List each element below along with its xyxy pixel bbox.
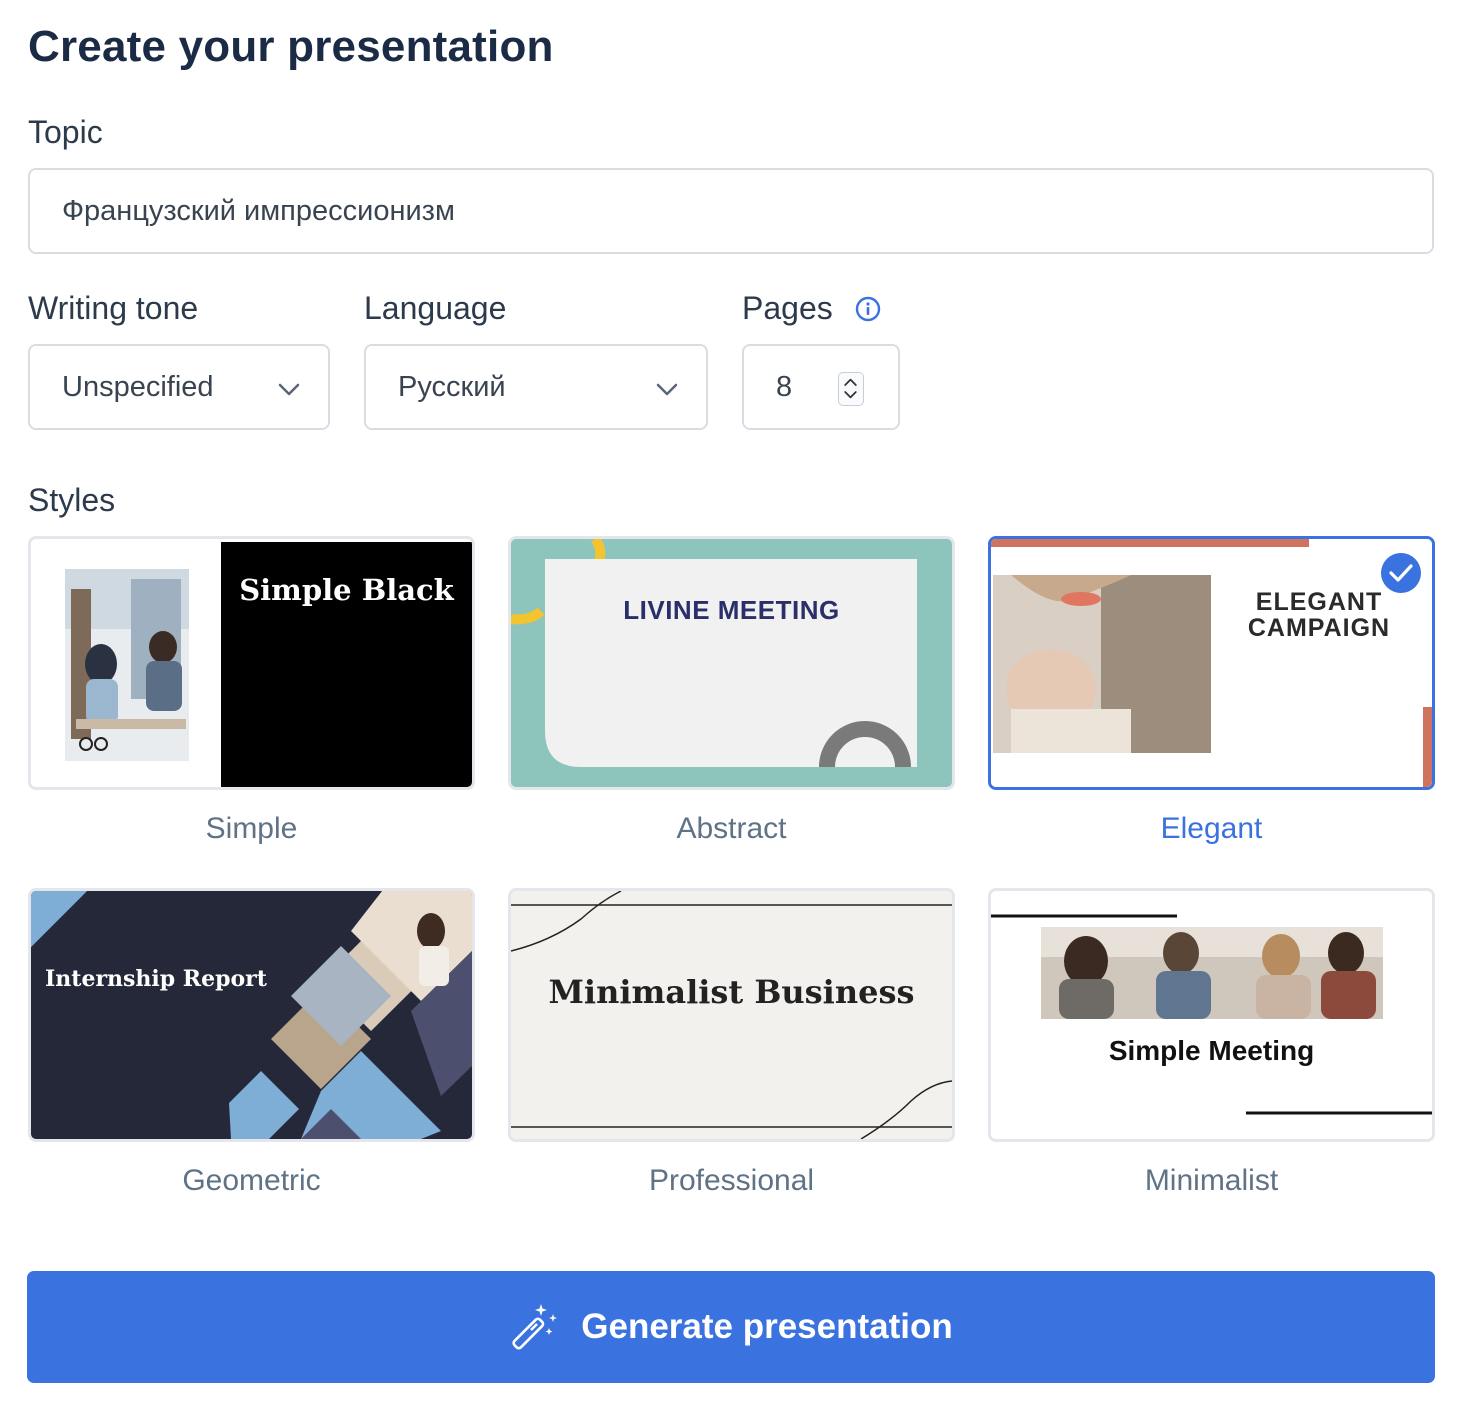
chevron-down-icon xyxy=(278,383,300,396)
chevron-down-icon xyxy=(656,383,678,396)
generate-button-label: Generate presentation xyxy=(581,1307,953,1346)
geometric-preview-image xyxy=(31,891,472,1139)
style-label-abstract[interactable]: Abstract xyxy=(508,812,955,846)
styles-label: Styles xyxy=(28,482,116,518)
elegant-preview-title: ELEGANT CAMPAIGN xyxy=(1247,588,1391,642)
pages-stepper[interactable] xyxy=(838,372,864,406)
pages-value: 8 xyxy=(776,370,793,403)
simple-preview-title: Simple Black xyxy=(239,573,454,607)
style-label-geometric[interactable]: Geometric xyxy=(28,1164,475,1198)
style-label-elegant[interactable]: Elegant xyxy=(988,812,1435,846)
style-card-minimalist[interactable]: Simple Meeting xyxy=(988,888,1435,1142)
style-label-minimalist[interactable]: Minimalist xyxy=(988,1164,1435,1198)
selected-check-icon xyxy=(1381,553,1421,593)
writing-tone-select[interactable]: Unspecified xyxy=(28,344,330,430)
style-label-simple[interactable]: Simple xyxy=(28,812,475,846)
pages-label: Pages xyxy=(742,290,833,326)
abstract-preview-image xyxy=(511,539,952,787)
pages-input[interactable]: 8 xyxy=(742,344,900,430)
topic-input[interactable] xyxy=(28,168,1434,254)
style-card-elegant[interactable]: ELEGANT CAMPAIGN xyxy=(988,536,1435,790)
writing-tone-label: Writing tone xyxy=(28,290,199,326)
professional-preview-title: Minimalist Business xyxy=(548,973,915,1011)
page-title: Create your presentation xyxy=(28,22,554,71)
elegant-preview-image xyxy=(991,539,1432,787)
style-card-professional[interactable]: Minimalist Business xyxy=(508,888,955,1142)
style-card-simple[interactable]: Simple Black xyxy=(28,536,475,790)
language-label: Language xyxy=(364,290,507,326)
info-icon[interactable] xyxy=(855,296,881,322)
language-value: Русский xyxy=(398,370,506,403)
topic-label: Topic xyxy=(28,114,103,150)
professional-preview-image xyxy=(511,891,952,1139)
generate-presentation-button[interactable]: Generate presentation xyxy=(27,1271,1435,1383)
minimalist-preview-title: Simple Meeting xyxy=(1108,1035,1315,1066)
style-card-geometric[interactable]: Internship Report xyxy=(28,888,475,1142)
style-label-professional[interactable]: Professional xyxy=(508,1164,955,1198)
geometric-preview-title: Internship Report xyxy=(45,966,267,992)
abstract-preview-title: LIVINE MEETING xyxy=(623,595,840,625)
minimalist-preview-image xyxy=(991,891,1432,1139)
writing-tone-value: Unspecified xyxy=(62,370,214,403)
magic-wand-icon xyxy=(512,1304,558,1350)
style-card-abstract[interactable]: LIVINE MEETING xyxy=(508,536,955,790)
language-select[interactable]: Русский xyxy=(364,344,708,430)
stepper-arrows-icon xyxy=(844,378,857,399)
